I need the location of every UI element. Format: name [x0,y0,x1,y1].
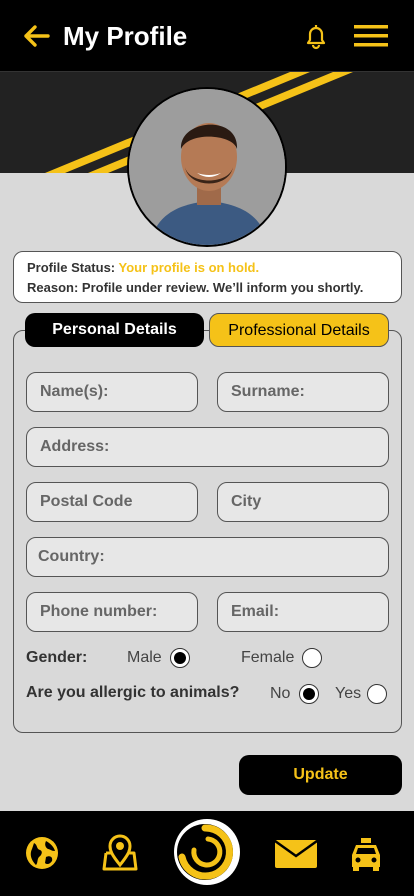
taxi-icon[interactable] [350,837,382,871]
hamburger-menu-icon[interactable] [352,22,390,50]
page-title: My Profile [63,21,188,51]
allergy-label: Are you allergic to animals? [26,684,240,701]
update-button[interactable]: Update [239,755,402,795]
country-field[interactable]: Country: [26,537,389,577]
profile-photo [129,89,285,245]
home-logo-icon[interactable] [172,817,242,887]
reason-value: Profile under review. We’ll inform you s… [81,280,364,295]
gender-female-label: Female [241,649,295,666]
gender-male-radio[interactable] [170,648,190,668]
phone-field[interactable]: Phone number: [26,592,198,632]
gender-male-label: Male [127,649,162,666]
email-field[interactable]: Email: [217,592,389,632]
address-field[interactable]: Address: [26,427,389,467]
allergy-yes-label: Yes [335,685,362,702]
map-pin-icon[interactable] [102,833,138,871]
globe-icon[interactable] [24,835,60,871]
profile-status-card: Profile Status: Your profile is on hold.… [13,251,402,303]
mail-icon[interactable] [274,839,318,869]
postal-code-field[interactable]: Postal Code [26,482,198,522]
status-value: Your profile is on hold. [118,260,260,275]
tab-personal-details[interactable]: Personal Details [25,313,204,347]
gender-label: Gender: [26,649,88,666]
profile-avatar[interactable] [127,87,287,247]
surname-field[interactable]: Surname: [217,372,389,412]
bottom-nav [0,811,414,896]
name-field[interactable]: Name(s): [26,372,198,412]
tab-professional-details[interactable]: Professional Details [209,313,389,347]
reason-label: Reason: [27,280,79,295]
allergy-yes-radio[interactable] [367,684,387,704]
city-field[interactable]: City [217,482,389,522]
allergy-no-radio[interactable] [299,684,319,704]
reason-line: Reason: Profile under review. We’ll info… [27,278,401,298]
top-bar: My Profile [0,0,414,72]
gender-female-radio[interactable] [302,648,322,668]
back-arrow-icon[interactable] [22,22,50,50]
status-line: Profile Status: Your profile is on hold. [27,258,401,278]
status-label: Profile Status: [27,260,116,275]
bell-icon[interactable] [302,22,330,50]
allergy-no-label: No [270,685,291,702]
